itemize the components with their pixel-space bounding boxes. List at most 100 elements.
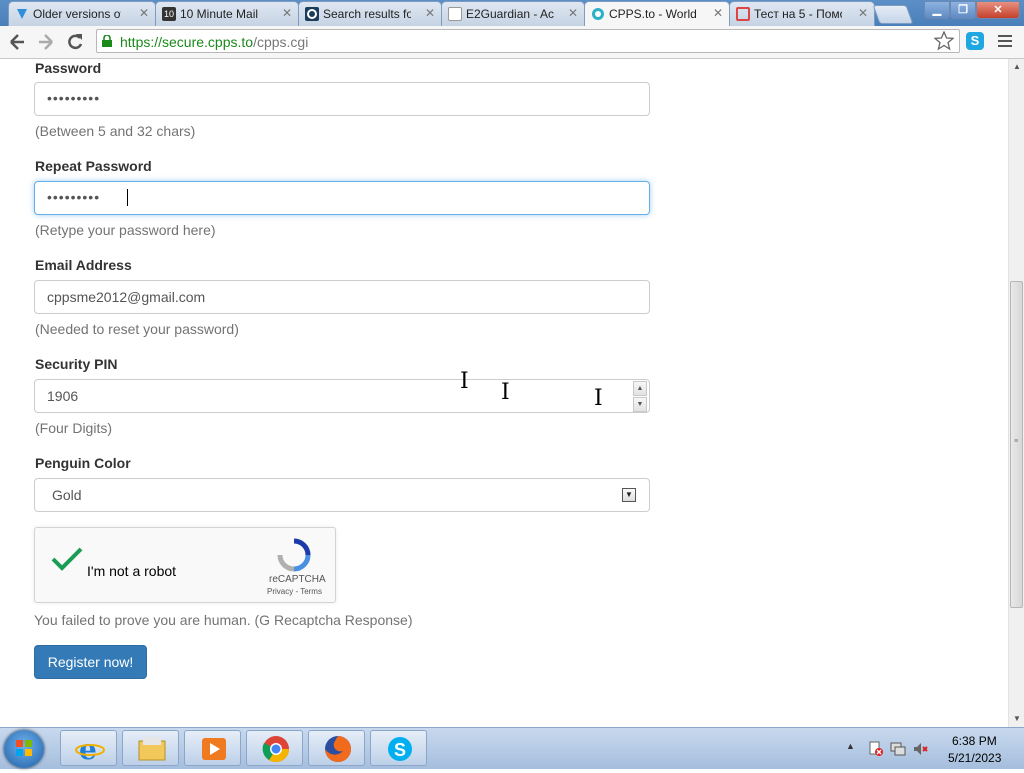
reload-icon	[68, 34, 83, 50]
menu-icon[interactable]	[998, 32, 1012, 50]
password-field[interactable]: •••••••••	[34, 82, 650, 116]
close-icon[interactable]: ✕	[282, 6, 292, 20]
grip-icon: ≡	[1014, 438, 1019, 445]
forward-arrow-icon	[39, 34, 53, 50]
url-secure: https://secure.cpps.to	[120, 34, 254, 50]
chevron-down-icon[interactable]: ▼	[622, 488, 636, 502]
show-hidden-icons-icon[interactable]: ▲	[846, 741, 855, 751]
penguin-color-value: Gold	[52, 487, 82, 503]
tab-10-minute-mail[interactable]: 10 10 Minute Mail ✕	[155, 1, 299, 26]
page-icon	[448, 7, 462, 21]
recaptcha-links[interactable]: Privacy - Terms	[267, 587, 322, 596]
password-label: Password	[35, 60, 102, 76]
stepper-down-icon[interactable]: ▼	[633, 397, 647, 412]
ibeam-cursor-icon: I	[501, 380, 510, 405]
tab-title: 10 Minute Mail	[180, 7, 259, 21]
tab-strip: Older versions of ✕ 10 10 Minute Mail ✕ …	[0, 0, 1024, 27]
tenminutemail-icon: 10	[162, 7, 176, 21]
bookmark-star-icon[interactable]	[933, 30, 955, 56]
clock-date[interactable]: 5/21/2023	[948, 751, 1001, 765]
security-pin-help: (Four Digits)	[35, 420, 113, 436]
taskbar-chrome[interactable]	[246, 730, 303, 766]
recaptcha-logo-icon	[277, 538, 311, 572]
volume-muted-icon[interactable]	[913, 741, 929, 757]
cpps-icon	[591, 7, 605, 21]
tab-cpps[interactable]: CPPS.to - World's ✕	[584, 1, 730, 27]
page-scrollbar[interactable]: ▲ ≡ ▼	[1008, 59, 1024, 727]
taskbar-firefox[interactable]	[308, 730, 365, 766]
back-button[interactable]	[5, 31, 29, 53]
skype-extension-icon[interactable]: S	[966, 32, 984, 50]
register-button[interactable]: Register now!	[34, 645, 147, 679]
skype-icon: S	[388, 737, 412, 761]
forward-button[interactable]	[34, 31, 58, 53]
tab-older-versions[interactable]: Older versions of ✕	[8, 1, 156, 26]
tab-e2guardian[interactable]: E2Guardian - Acc ✕	[441, 1, 585, 26]
email-label: Email Address	[35, 257, 132, 273]
taskbar-skype[interactable]: S	[370, 730, 427, 766]
recaptcha-brand: reCAPTCHA	[269, 574, 326, 585]
tab-title: Older versions of	[33, 7, 121, 21]
penguin-color-select[interactable]: Gold ▼	[34, 478, 650, 512]
media-player-icon	[202, 738, 226, 760]
close-icon[interactable]: ✕	[425, 6, 435, 20]
firefox-icon	[325, 736, 351, 762]
network-icon[interactable]	[890, 741, 906, 757]
tab-title: E2Guardian - Acc	[466, 7, 554, 21]
reload-button[interactable]	[63, 31, 87, 53]
window-close-button[interactable]: ✕	[976, 1, 1020, 19]
tab-test[interactable]: Тест на 5 - Помо ✕	[729, 1, 875, 26]
recaptcha-widget: I'm not a robot reCAPTCHA Privacy - Term…	[34, 527, 336, 603]
repeat-password-field[interactable]: •••••••••	[34, 181, 650, 215]
pin-stepper[interactable]: ▲ ▼	[633, 381, 647, 412]
start-button[interactable]	[4, 730, 44, 768]
penguin-color-label: Penguin Color	[35, 455, 131, 471]
scroll-down-icon[interactable]: ▼	[1009, 711, 1024, 727]
close-icon[interactable]: ✕	[568, 6, 578, 20]
tab-title: CPPS.to - World's	[609, 7, 697, 21]
action-center-icon[interactable]	[868, 741, 884, 757]
maximize-button[interactable]: ❐	[950, 1, 976, 19]
search-results-icon	[305, 7, 319, 21]
windows-logo-icon	[16, 740, 32, 756]
new-tab-button[interactable]	[872, 5, 914, 24]
repeat-password-help: (Retype your password here)	[35, 222, 216, 238]
back-arrow-icon	[10, 34, 24, 50]
scrollbar-thumb[interactable]: ≡	[1010, 281, 1023, 608]
taskbar: e S ▲ 6:38 PM 5/21/2023	[0, 727, 1024, 769]
download-icon	[15, 7, 29, 21]
text-caret	[127, 189, 128, 206]
address-bar[interactable]: https://secure.cpps.to/cpps.cgi	[96, 29, 960, 53]
captcha-error-message: You failed to prove you are human. (G Re…	[34, 612, 413, 628]
taskbar-internet-explorer[interactable]: e	[60, 730, 117, 766]
clock-time[interactable]: 6:38 PM	[952, 734, 997, 748]
browser-toolbar: https://secure.cpps.to/cpps.cgi S	[0, 26, 1024, 59]
close-icon[interactable]: ✕	[139, 6, 149, 20]
lock-icon	[102, 35, 112, 47]
close-icon[interactable]: ✕	[858, 6, 868, 20]
repeat-password-label: Repeat Password	[35, 158, 152, 174]
tab-title: Search results for	[323, 7, 411, 21]
repeat-password-value: •••••••••	[47, 189, 101, 205]
ibeam-cursor-icon: I	[594, 386, 603, 411]
svg-text:S: S	[394, 740, 406, 760]
security-pin-label: Security PIN	[35, 356, 118, 372]
security-pin-field[interactable]: 1906 ▲ ▼	[34, 379, 650, 413]
tab-title: Тест на 5 - Помо	[754, 7, 842, 21]
pin-value: 1906	[47, 388, 79, 404]
close-icon[interactable]: ✕	[713, 6, 723, 20]
wiki-icon	[736, 7, 750, 21]
email-field[interactable]: cppsme2012@gmail.com	[34, 280, 650, 314]
page-content: Password ••••••••• (Between 5 and 32 cha…	[0, 59, 1008, 727]
url-text: https://secure.cpps.to/cpps.cgi	[120, 34, 308, 50]
stepper-up-icon[interactable]: ▲	[633, 381, 647, 396]
url-path: /cpps.cgi	[253, 34, 309, 50]
taskbar-media-player[interactable]	[184, 730, 241, 766]
minimize-button[interactable]: ▁	[924, 1, 950, 19]
checkmark-icon[interactable]	[51, 546, 83, 572]
taskbar-file-explorer[interactable]	[122, 730, 179, 766]
email-help: (Needed to reset your password)	[35, 321, 239, 337]
system-tray: ▲ 6:38 PM 5/21/2023	[840, 728, 1024, 769]
tab-search-results[interactable]: Search results for ✕	[298, 1, 442, 26]
scroll-up-icon[interactable]: ▲	[1009, 59, 1024, 75]
